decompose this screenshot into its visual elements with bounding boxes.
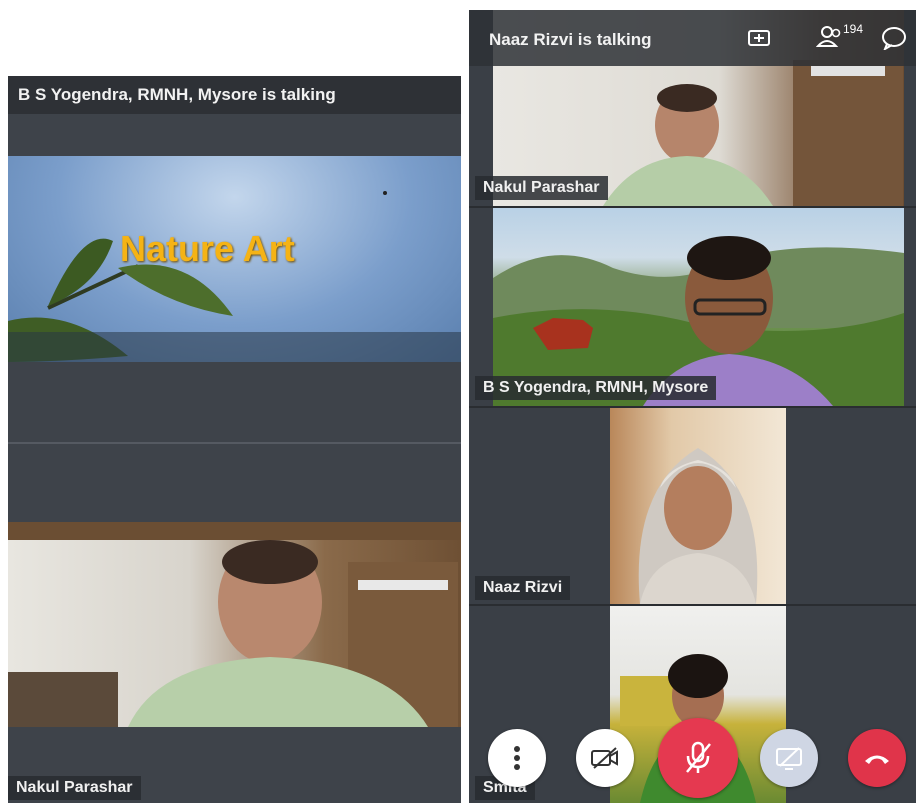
- active-speaker-text: B S Yogendra, RMNH, Mysore is talking: [18, 85, 336, 104]
- screen-share-icon: [776, 747, 802, 770]
- mic-toggle-button[interactable]: [658, 718, 738, 798]
- right-meeting-panel: Naaz Rizvi is talking 194 Nakul Parashar…: [469, 10, 916, 803]
- participants-icon[interactable]: [816, 24, 844, 48]
- camera-off-icon: [591, 747, 618, 769]
- participant-tile[interactable]: B S Yogendra, RMNH, Mysore: [469, 208, 916, 406]
- more-options-button[interactable]: [488, 729, 546, 787]
- hang-up-button[interactable]: [848, 729, 906, 787]
- screen-share-button[interactable]: [760, 729, 818, 787]
- panel-divider: [8, 442, 461, 444]
- shared-screen-view[interactable]: Nature Art: [8, 156, 461, 362]
- participant-count: 194: [843, 22, 864, 36]
- hang-up-icon: [865, 755, 889, 764]
- participant-name-label: Nakul Parashar: [475, 176, 608, 200]
- mic-off-icon: [686, 741, 711, 773]
- screen-rotate-icon[interactable]: [746, 27, 772, 49]
- participant-tile[interactable]: Naaz Rizvi: [469, 408, 916, 604]
- participant-name-label: B S Yogendra, RMNH, Mysore: [475, 376, 717, 400]
- top-bar: Naaz Rizvi is talking 194: [469, 10, 916, 66]
- participant-silhouette: [638, 448, 758, 604]
- participant-video: [610, 408, 786, 604]
- participant-silhouette: [8, 522, 461, 727]
- active-speaker-text: Naaz Rizvi is talking: [489, 30, 652, 49]
- participant-name-label: Nakul Parashar: [8, 776, 141, 800]
- chat-icon[interactable]: [881, 26, 907, 50]
- more-options-icon: [514, 746, 520, 770]
- participant-video[interactable]: [8, 522, 461, 727]
- participant-name-label: Naaz Rizvi: [475, 576, 571, 600]
- left-meeting-panel: B S Yogendra, RMNH, Mysore is talking Na…: [8, 76, 461, 803]
- slide-title: Nature Art: [120, 228, 295, 269]
- camera-toggle-button[interactable]: [576, 729, 634, 787]
- active-speaker-bar: B S Yogendra, RMNH, Mysore is talking: [8, 76, 461, 114]
